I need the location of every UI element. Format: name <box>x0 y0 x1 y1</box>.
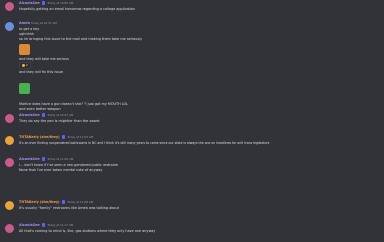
username[interactable]: AlcoolsSee <box>19 157 40 161</box>
message: AlcoolsSee Today at 10:47 AM They do say… <box>0 112 384 128</box>
username[interactable]: TOTAKerly (she/they) <box>19 200 60 204</box>
message-header: AlcoolsSee Today at 10:50 AM <box>19 1 73 5</box>
message-text: and they will take me serious <box>19 57 69 61</box>
avatar[interactable] <box>5 224 14 233</box>
message: AlcoolsSee Today at 11:06 AM I... don't … <box>0 156 384 178</box>
message-text: ughhhhh <box>19 32 35 36</box>
reaction-emoji-icon <box>22 63 25 67</box>
timestamp[interactable]: Today at 11:17 AM <box>47 223 73 227</box>
message-text: Mariice does have a gun doesn't she? "I … <box>19 102 129 106</box>
username[interactable]: AlcoolsSee <box>19 223 40 227</box>
reaction-button[interactable]: 2 <box>19 62 31 69</box>
role-badge-icon <box>61 135 66 139</box>
timestamp[interactable]: Today at 10:50 AM <box>47 1 73 5</box>
message-text: so im bringing this issue to the mall an… <box>19 37 142 41</box>
message-text: It's usually "family" restrooms like Ame… <box>19 206 119 210</box>
custom-emoji-icon <box>19 83 30 94</box>
message-header: TOTAKerly (she/they) Today at 11:05 AM <box>19 135 93 139</box>
avatar[interactable] <box>5 22 14 31</box>
avatar[interactable] <box>5 2 14 11</box>
message-text: and even better weapon <box>19 107 61 111</box>
timestamp[interactable]: Today at 11:08 AM <box>67 200 93 204</box>
message-text: and they will fix this issue <box>19 70 63 74</box>
message-text: It's an ever finding nongendered bathroo… <box>19 141 270 145</box>
message: AlcoolsSee Today at 10:50 AM Hopefully g… <box>0 0 384 16</box>
message-text: None that I've ever taken mental note of… <box>19 168 103 172</box>
message-header: AlcoolsSee Today at 10:47 AM <box>19 113 73 117</box>
chat-messages: AlcoolsSee Today at 10:50 AM Hopefully g… <box>0 0 384 242</box>
custom-emoji-icon <box>19 44 30 55</box>
timestamp[interactable]: Today at 10:47 AM <box>47 113 73 117</box>
reaction-count: 2 <box>26 63 28 67</box>
role-badge-icon <box>41 223 46 227</box>
timestamp[interactable]: Today at 11:05 AM <box>67 135 93 139</box>
message-header: TOTAKerly (she/they) Today at 11:08 AM <box>19 200 93 204</box>
username[interactable]: AlcoolsSee <box>19 113 40 117</box>
message: TOTAKerly (she/they) Today at 11:05 AM I… <box>0 134 384 150</box>
message-text: to get a key <box>19 27 40 31</box>
role-badge-icon <box>61 200 66 204</box>
message-header: AlcoolsSee Today at 11:17 AM <box>19 223 73 227</box>
role-badge-icon <box>41 113 46 117</box>
message-text: All that's coming to mind is, like, gas … <box>19 229 156 233</box>
username[interactable]: TOTAKerly (she/they) <box>19 135 60 139</box>
role-badge-icon <box>41 157 46 161</box>
avatar[interactable] <box>5 201 14 210</box>
timestamp[interactable]: Today at 11:06 AM <box>47 157 73 161</box>
message-header: AlcoolsSee Today at 11:06 AM <box>19 157 73 161</box>
message: AlcoolsSee Today at 11:17 AM All that's … <box>0 222 384 238</box>
timestamp[interactable]: Today at 10:51 AM <box>31 21 57 25</box>
username[interactable]: AlcoolsSee <box>19 1 40 5</box>
avatar[interactable] <box>5 158 14 167</box>
message-text: They do say the pen is mightier than the… <box>19 119 100 123</box>
avatar[interactable] <box>5 114 14 123</box>
message-header: Ameb Today at 10:51 AM <box>19 21 57 25</box>
message-text: I... don't know if I've seen a non-gende… <box>19 163 119 167</box>
role-badge-icon <box>41 1 46 5</box>
message-text: Hopefully getting an email tomorrow rega… <box>19 7 136 11</box>
avatar[interactable] <box>5 136 14 145</box>
username[interactable]: Ameb <box>19 21 30 25</box>
message: TOTAKerly (she/they) Today at 11:08 AM I… <box>0 199 384 215</box>
